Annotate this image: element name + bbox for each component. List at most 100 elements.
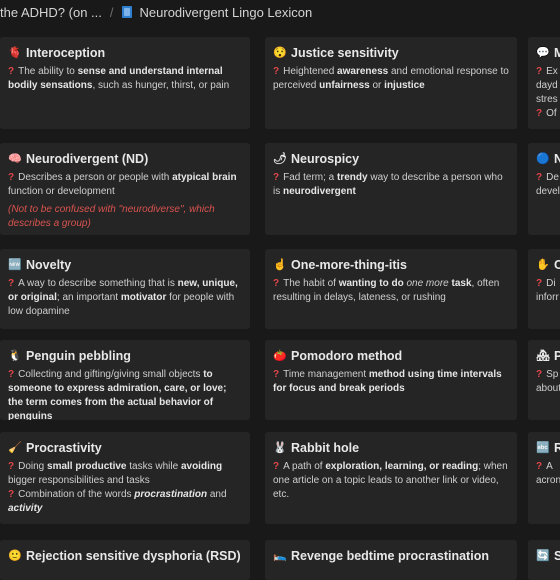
card-description: ? Of [536,107,560,121]
card-emoji-icon: 🫀 [8,47,22,59]
card-emoji-icon: 🔄 [536,550,550,562]
card[interactable]: 💬 M? Ex dayd stres? Of [528,37,560,129]
description-text: Heightened [283,66,338,77]
breadcrumb-separator: / [109,4,114,20]
card-title: ☝ One-more-thing-itis [273,257,509,273]
card-title-text: Novelty [26,258,72,272]
card-title: 🆕 Novelty [8,257,242,273]
card-title: 🐰 Rabbit hole [273,440,509,456]
card-title-text: Neurospicy [291,152,360,166]
card-title: 🧠 Neurodivergent (ND) [8,151,242,167]
card[interactable]: 😯 Justice sensitivity? Heightened awarenes… [265,37,517,129]
card[interactable]: 🐰 Rabbit hole ? A path of exploration, lear… [265,432,517,524]
description-text: one more [406,278,449,289]
description-text: motivator [120,292,167,303]
card-title-text: M [554,46,560,60]
description-text: A way to describe something that is [18,278,178,289]
card-title: ✋ O [536,257,560,273]
card-title: 💬 M [536,45,560,61]
card[interactable]: 🐧 Penguin pebbling? Collecting and gifting… [0,340,250,420]
card-description: ? A path of exploration, learning, or rea… [273,460,509,502]
card-note: (Not to be confused with "neurodiverse",… [8,204,215,229]
card-title-text: Rejection sensitive dysphoria (RSD) [26,549,241,563]
card-title-text: Interoception [26,46,106,60]
breadcrumb-parent[interactable]: the ADHD? (on ... [0,5,102,20]
card-description: ? Fad term; a trendy way to describe a pe… [273,171,509,199]
description-text: exploration, learning, or reading [325,461,479,472]
card-title-text: Justice sensitivity [291,46,399,60]
card[interactable]: 🔵 N ? De devel [528,143,560,235]
card[interactable]: 🏘 P? Sp about [528,340,560,420]
card-title-text: Rabbit hole [291,441,360,455]
description-text: and [207,489,227,500]
card-title: 😯 Justice sensitivity [273,45,509,61]
card-title: 🏘 P [536,348,560,364]
question-icon: ? [536,108,543,119]
card-description: ? Describes a person or people with atypi… [8,171,242,199]
card[interactable]: 🛌 Revenge bedtime procrastination [265,540,517,580]
card-title-text: Penguin pebbling [26,349,131,363]
card[interactable]: 🔤 R? Aacron [528,432,560,524]
card-description: ? De [536,171,560,185]
card-title-text: Pomodoro method [291,349,403,363]
question-icon: ? [536,369,543,380]
description-text: Di [546,278,556,289]
card-emoji-icon: 🧹 [8,442,22,454]
question-icon: ? [536,66,543,77]
description-text: Sp [546,369,559,380]
card-description: devel [536,185,560,199]
description-text: atypical brain [172,172,237,183]
card-emoji-icon: 🔵 [536,153,550,165]
description-text: The habit of [283,278,339,289]
description-text: The ability to [18,66,78,77]
card-emoji-icon: 🙂 [8,550,22,562]
card-title: 🙂 Rejection sensitive dysphoria (RSD) [8,548,242,564]
card-description: ? Heightened awareness and emotional resp… [273,65,509,93]
card-emoji-icon: 🛌 [273,550,287,562]
card[interactable]: 🙂 Rejection sensitive dysphoria (RSD) [0,540,250,580]
description-text: injustice [384,80,425,91]
question-icon: ? [8,369,15,380]
card[interactable]: ☝ One-more-thing-itis? The habit of wantin… [265,249,517,329]
card-title-text: Procrastivity [26,441,102,455]
description-text: ; an important [56,292,121,303]
card[interactable]: 🫀 Interoception ? The ability to sense and … [0,37,250,129]
description-text: procrastination [134,489,208,500]
card-emoji-icon: 🆕 [8,259,22,271]
card[interactable]: 🧠 Neurodivergent (ND) ? Describes a person … [0,143,250,235]
card-title: 🐧 Penguin pebbling [8,348,242,364]
description-text: awareness [337,66,389,77]
card-description: ? The habit of wanting to do one more tas… [273,277,509,305]
card[interactable]: 🆕 Novelty? A way to describe something tha… [0,249,250,329]
card-title: 🔤 R [536,440,560,456]
description-text: task [448,278,472,289]
breadcrumb-current[interactable]: Neurodivergent Lingo Lexicon [140,5,313,20]
question-icon: ? [273,278,280,289]
description-text: Combination of the words [18,489,135,500]
question-icon: ? [8,278,15,289]
description-text: Fad term; a [283,172,338,183]
card-title-text: Revenge bedtime procrastination [291,549,489,563]
question-icon: ? [273,461,280,472]
card-description: ? Collecting and gifting/giving small obj… [8,368,242,420]
description-text: wanting to do [338,278,407,289]
card-title: 🔄 S [536,548,560,564]
card[interactable]: ✋ O? Di inforr [528,249,560,329]
description-text: Collecting and gifting/giving small obje… [18,369,201,380]
card-emoji-icon: 🍅 [273,350,287,362]
question-icon: ? [273,172,280,183]
card-emoji-icon: 🐧 [8,350,22,362]
card-title: 🔵 N [536,151,560,167]
description-text: A [546,461,553,472]
card[interactable]: 🔄 S [528,540,560,580]
card-title-text: R [554,441,560,455]
card[interactable]: 🧹 Procrastivity? Doing small productive ta… [0,432,250,524]
card-description: ? Time management method using time inter… [273,368,509,396]
card[interactable]: 🍅 Pomodoro method ? Time management method … [265,340,517,420]
card-description: stres [536,93,560,107]
description-text: Doing [18,461,48,472]
card[interactable]: 🌶 Neurospicy ? Fad term; a trendy way to de… [265,143,517,235]
question-icon: ? [273,66,280,77]
card-title: 🧹 Procrastivity [8,440,242,456]
card-emoji-icon: 😯 [273,47,287,59]
